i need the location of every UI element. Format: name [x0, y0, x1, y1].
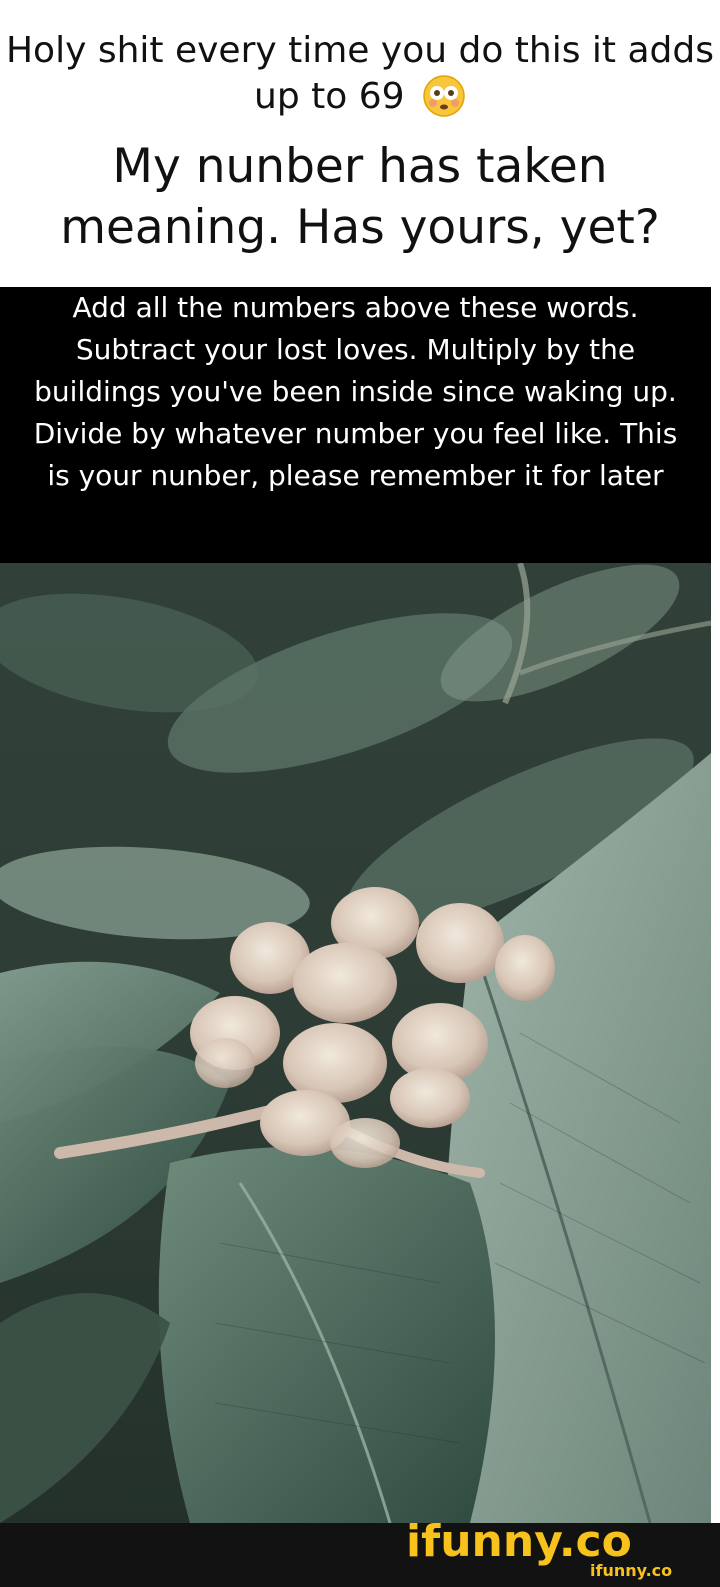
caption-line-1-text: Holy shit every time you do this it adds… [5, 30, 715, 117]
plant-with-flower-buds-image [0, 563, 711, 1523]
instructions-box: Add all the numbers above these words. S… [0, 287, 711, 563]
caption-line-1: Holy shit every time you do this it adds… [0, 28, 720, 120]
top-caption: Holy shit every time you do this it adds… [0, 0, 720, 287]
ifunny-logo: ifunny.co [406, 1516, 632, 1566]
flushed-face-emoji-icon [422, 74, 466, 118]
instructions-text: Add all the numbers above these words. S… [33, 291, 678, 492]
ifunny-small-logo-text: ifunny.co [590, 1561, 672, 1580]
ifunny-logo-text: ifunny.co [406, 1516, 632, 1566]
ifunny-small-logo: ifunny.co [590, 1561, 672, 1580]
caption-line-2: My nunber has taken meaning. Has yours, … [60, 139, 660, 255]
plant-photo [0, 563, 711, 1523]
